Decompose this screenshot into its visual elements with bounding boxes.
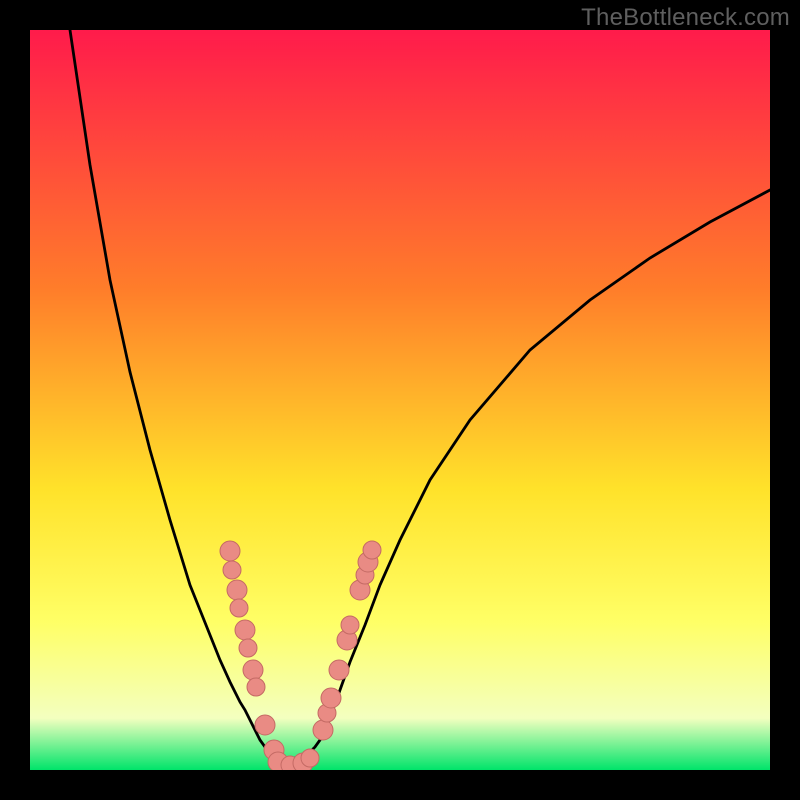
marker-dot (235, 620, 255, 640)
marker-dot (329, 660, 349, 680)
marker-dot (363, 541, 381, 559)
marker-dot (247, 678, 265, 696)
marker-dot (220, 541, 240, 561)
watermark-text: TheBottleneck.com (581, 4, 790, 32)
marker-dot (227, 580, 247, 600)
plot-area (30, 30, 770, 770)
marker-dot (313, 720, 333, 740)
marker-dot (243, 660, 263, 680)
marker-dot (239, 639, 257, 657)
gradient-background (30, 30, 770, 770)
marker-dot (223, 561, 241, 579)
outer-frame: TheBottleneck.com (0, 0, 800, 800)
marker-dot (341, 616, 359, 634)
marker-dot (321, 688, 341, 708)
marker-dot (301, 749, 319, 767)
marker-dot (230, 599, 248, 617)
chart-canvas (30, 30, 770, 770)
marker-dot (255, 715, 275, 735)
